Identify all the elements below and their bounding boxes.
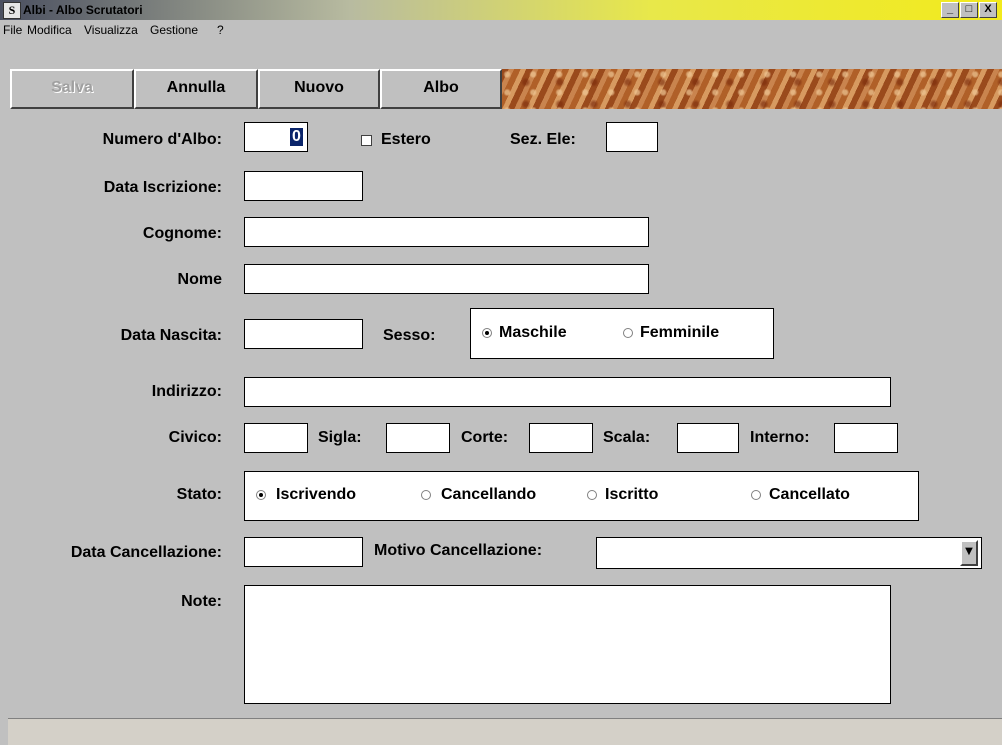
stato-iscritto-label: Iscritto <box>605 486 659 503</box>
title-bar: S Albi - Albo Scrutatori _ □ X <box>0 0 1002 20</box>
label-sez-ele: Sez. Ele: <box>510 131 576 148</box>
data-iscrizione-input[interactable] <box>244 171 363 201</box>
interno-input[interactable] <box>834 423 898 453</box>
label-sigla: Sigla: <box>318 429 362 446</box>
label-stato: Stato: <box>176 486 222 503</box>
sigla-input[interactable] <box>386 423 450 453</box>
menu-file[interactable]: File <box>3 22 22 38</box>
stato-cancellato-radio[interactable] <box>751 490 761 500</box>
numero-albo-input[interactable]: 0 <box>244 122 308 152</box>
label-interno: Interno: <box>750 429 810 446</box>
stato-iscrivendo-radio[interactable] <box>256 490 266 500</box>
minimize-button[interactable]: _ <box>941 2 959 18</box>
indirizzo-input[interactable] <box>244 377 891 407</box>
toolbar-texture-banner <box>502 69 1002 109</box>
numero-albo-value: 0 <box>290 128 303 146</box>
label-sesso: Sesso: <box>383 327 436 344</box>
estero-checkbox[interactable] <box>361 135 372 146</box>
label-motivo-cancellazione: Motivo Cancellazione: <box>374 542 543 559</box>
stato-iscrivendo-label: Iscrivendo <box>276 486 357 503</box>
window-title: Albi - Albo Scrutatori <box>23 3 143 17</box>
label-civico: Civico: <box>168 429 222 446</box>
cognome-input[interactable] <box>244 217 649 247</box>
note-textarea[interactable] <box>244 585 891 704</box>
sesso-maschile-radio[interactable] <box>482 328 492 338</box>
corte-input[interactable] <box>529 423 593 453</box>
label-note: Note: <box>181 593 222 610</box>
estero-label: Estero <box>381 131 431 148</box>
menu-modifica[interactable]: Modifica <box>27 22 72 38</box>
label-data-cancellazione: Data Cancellazione: <box>70 544 222 561</box>
maximize-button[interactable]: □ <box>960 2 978 18</box>
sesso-femminile-radio[interactable] <box>623 328 633 338</box>
close-button[interactable]: X <box>979 2 997 18</box>
motivo-cancellazione-select[interactable] <box>596 537 982 569</box>
chevron-down-icon[interactable]: ▼ <box>960 540 978 566</box>
label-data-iscrizione: Data Iscrizione: <box>103 179 222 196</box>
label-cognome: Cognome: <box>142 225 222 242</box>
stato-iscritto-radio[interactable] <box>587 490 597 500</box>
sez-ele-input[interactable] <box>606 122 658 152</box>
data-cancellazione-input[interactable] <box>244 537 363 567</box>
label-scala: Scala: <box>603 429 651 446</box>
save-button[interactable]: Salva <box>10 69 134 109</box>
data-nascita-input[interactable] <box>244 319 363 349</box>
label-numero-albo: Numero d'Albo: <box>102 131 222 148</box>
label-corte: Corte: <box>461 429 509 446</box>
status-bar <box>8 718 1002 745</box>
menu-visualizza[interactable]: Visualizza <box>84 22 138 38</box>
stato-cancellando-radio[interactable] <box>421 490 431 500</box>
stato-cancellando-label: Cancellando <box>441 486 537 503</box>
label-indirizzo: Indirizzo: <box>151 383 222 400</box>
menu-help[interactable]: ? <box>217 22 224 38</box>
label-data-nascita: Data Nascita: <box>120 327 222 344</box>
app-logo-icon[interactable]: S <box>3 2 21 19</box>
scala-input[interactable] <box>677 423 739 453</box>
civico-input[interactable] <box>244 423 308 453</box>
sesso-maschile-label: Maschile <box>499 324 567 341</box>
cancel-button[interactable]: Annulla <box>134 69 258 109</box>
sesso-femminile-label: Femminile <box>640 324 720 341</box>
label-nome: Nome <box>177 271 222 288</box>
menu-gestione[interactable]: Gestione <box>150 22 198 38</box>
stato-cancellato-label: Cancellato <box>769 486 850 503</box>
albo-button[interactable]: Albo <box>380 69 502 109</box>
new-button[interactable]: Nuovo <box>258 69 380 109</box>
nome-input[interactable] <box>244 264 649 294</box>
